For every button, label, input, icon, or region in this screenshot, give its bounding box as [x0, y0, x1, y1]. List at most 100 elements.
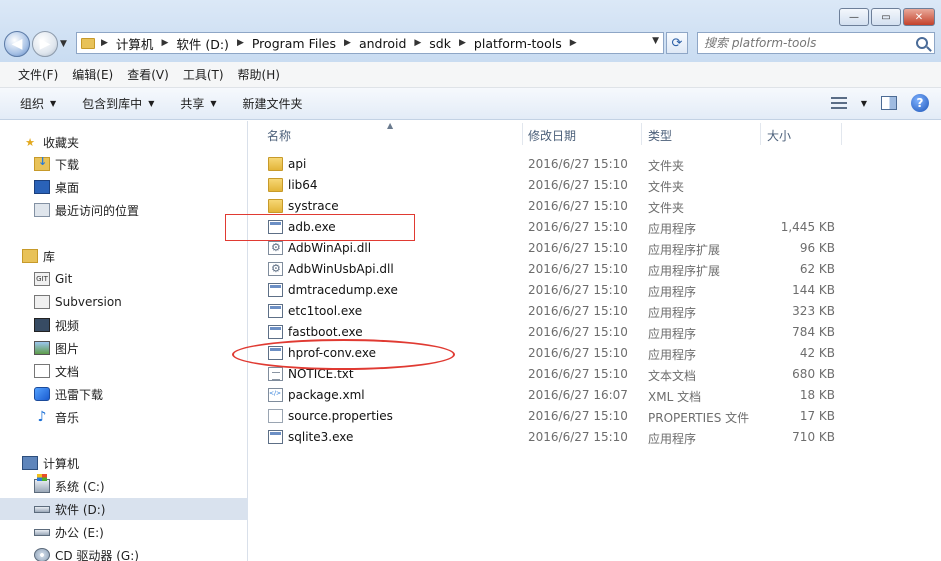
file-modified-date: 2016/6/27 15:10 [528, 157, 628, 171]
column-divider[interactable] [760, 123, 761, 145]
nav-item-desktop[interactable]: 桌面 [0, 176, 248, 198]
search-box[interactable] [697, 32, 935, 54]
breadcrumb-item[interactable]: 计算机 [116, 34, 154, 53]
file-type: 应用程序扩展 [648, 243, 721, 257]
nav-item-drive-e[interactable]: 办公 (E:) [0, 521, 248, 543]
nav-favorites[interactable]: ★ 收藏夹 [0, 131, 248, 153]
chevron-down-icon: ▼ [210, 99, 217, 108]
breadcrumb-separator-icon[interactable]: ▶ [161, 38, 168, 48]
nav-item-documents[interactable]: 文档 [0, 360, 248, 382]
new-folder-button[interactable]: 新建文件夹 [243, 95, 303, 112]
breadcrumb-item[interactable]: 软件 (D:) [176, 34, 229, 53]
column-header-size[interactable]: 大小 [767, 123, 791, 147]
exe-icon [268, 283, 283, 297]
nav-item-cd-drive[interactable]: CD 驱动器 (G:) [0, 544, 248, 561]
breadcrumb-item[interactable]: Program Files [252, 36, 336, 51]
nav-label: 软件 (D:) [55, 502, 106, 517]
nav-item-drive-c[interactable]: 系统 (C:) [0, 474, 248, 497]
menu-edit[interactable]: 编辑(E) [72, 66, 113, 83]
nav-item-git[interactable]: GIT Git [0, 268, 248, 290]
folder-icon [268, 157, 283, 171]
breadcrumb-separator-icon[interactable]: ▶ [570, 38, 577, 48]
breadcrumb-separator-icon[interactable]: ▶ [459, 38, 466, 48]
file-type: 应用程序 [648, 285, 697, 299]
file-row[interactable]: etc1tool.exe 2016/6/27 15:10 应用程序 323 KB [249, 301, 941, 322]
nav-label: 库 [43, 249, 56, 264]
file-row[interactable]: AdbWinUsbApi.dll 2016/6/27 15:10 应用程序扩展 62 … [249, 259, 941, 280]
back-button[interactable]: ◀ [4, 31, 30, 57]
nav-libraries[interactable]: 库 [0, 245, 248, 267]
breadcrumb-separator-icon[interactable]: ▶ [101, 38, 108, 48]
column-header-date[interactable]: 修改日期 [528, 123, 576, 147]
nav-item-xunlei-downloads[interactable]: 迅雷下载 [0, 383, 248, 405]
menu-tools[interactable]: 工具(T) [183, 66, 224, 83]
forward-arrow-icon: ▶ [39, 36, 51, 52]
search-icon[interactable] [916, 37, 928, 49]
include-in-library-button[interactable]: 包含到库中 ▼ [82, 95, 154, 112]
exe-icon [268, 430, 283, 444]
file-row[interactable]: source.properties 2016/6/27 15:10 PROPERTI… [249, 406, 941, 427]
file-name: source.properties [288, 409, 393, 423]
share-label: 共享 [180, 97, 205, 111]
file-row[interactable]: package.xml 2016/6/27 16:07 XML 文档 18 KB [249, 385, 941, 406]
nav-computer[interactable]: 计算机 [0, 452, 248, 474]
help-icon[interactable]: ? [911, 94, 929, 112]
nav-item-subversion[interactable]: Subversion [0, 291, 248, 313]
maximize-button[interactable]: ▭ [871, 8, 901, 26]
column-divider[interactable] [522, 123, 523, 145]
file-type: 文件夹 [648, 180, 685, 194]
refresh-button[interactable]: ⟳ [666, 32, 688, 54]
close-button[interactable]: ✕ [903, 8, 935, 26]
nav-item-pictures[interactable]: 图片 [0, 337, 248, 359]
nav-label: 文档 [55, 364, 80, 379]
nav-item-music[interactable]: ♪ 音乐 [0, 406, 248, 428]
nav-item-drive-d[interactable]: 软件 (D:) [0, 498, 248, 520]
view-controls: ▼ ? [830, 94, 929, 112]
nav-item-downloads[interactable]: 下载 [0, 153, 248, 175]
file-name: dmtracedump.exe [288, 283, 398, 297]
menu-bar: 文件(F) 编辑(E) 查看(V) 工具(T) 帮助(H) [0, 62, 941, 88]
dll-icon [268, 262, 283, 276]
chevron-down-icon: ▼ [148, 99, 155, 108]
breadcrumb-separator-icon[interactable]: ▶ [344, 38, 351, 48]
column-header-type[interactable]: 类型 [648, 123, 672, 147]
minimize-button[interactable]: — [839, 8, 869, 26]
file-modified-date: 2016/6/27 15:10 [528, 367, 628, 381]
preview-pane-icon[interactable] [881, 96, 897, 110]
recent-pages-dropdown[interactable]: ▼ [60, 39, 70, 49]
file-icon [268, 409, 283, 423]
breadcrumb-item[interactable]: platform-tools [474, 36, 562, 51]
file-type: 文件夹 [648, 159, 685, 173]
file-row[interactable]: lib64 2016/6/27 15:10 文件夹 [249, 175, 941, 196]
organize-button[interactable]: 组织 ▼ [20, 95, 56, 112]
file-row[interactable]: dmtracedump.exe 2016/6/27 15:10 应用程序 144 KB [249, 280, 941, 301]
file-row[interactable]: api 2016/6/27 15:10 文件夹 [249, 154, 941, 175]
file-row[interactable]: AdbWinApi.dll 2016/6/27 15:10 应用程序扩展 96 KB [249, 238, 941, 259]
breadcrumb-item[interactable]: sdk [429, 36, 451, 51]
breadcrumb-separator-icon[interactable]: ▶ [414, 38, 421, 48]
nav-item-videos[interactable]: 视频 [0, 314, 248, 336]
nav-label: 图片 [55, 341, 80, 356]
column-header-name[interactable]: 名称 [267, 123, 291, 147]
exe-icon [268, 325, 283, 339]
file-modified-date: 2016/6/27 16:07 [528, 388, 628, 402]
search-input[interactable] [704, 36, 904, 50]
breadcrumb-item[interactable]: android [359, 36, 406, 51]
forward-button[interactable]: ▶ [32, 31, 58, 57]
menu-view[interactable]: 查看(V) [127, 66, 169, 83]
address-bar[interactable]: ▶ 计算机 ▶ 软件 (D:) ▶ Program Files ▶ androi… [76, 32, 664, 54]
nav-label: 计算机 [43, 456, 80, 471]
share-button[interactable]: 共享 ▼ [180, 95, 216, 112]
file-row[interactable]: sqlite3.exe 2016/6/27 15:10 应用程序 710 KB [249, 427, 941, 448]
menu-file[interactable]: 文件(F) [18, 66, 58, 83]
address-dropdown-icon[interactable]: ▼ [652, 36, 659, 46]
menu-help[interactable]: 帮助(H) [238, 66, 280, 83]
chevron-down-icon[interactable]: ▼ [861, 99, 867, 108]
change-view-icon[interactable] [830, 97, 847, 109]
column-divider[interactable] [641, 123, 642, 145]
file-size: 42 KB [799, 346, 835, 360]
file-size: 18 KB [799, 388, 835, 402]
nav-item-recent-places[interactable]: 最近访问的位置 [0, 199, 248, 221]
column-divider[interactable] [841, 123, 842, 145]
breadcrumb-separator-icon[interactable]: ▶ [237, 38, 244, 48]
